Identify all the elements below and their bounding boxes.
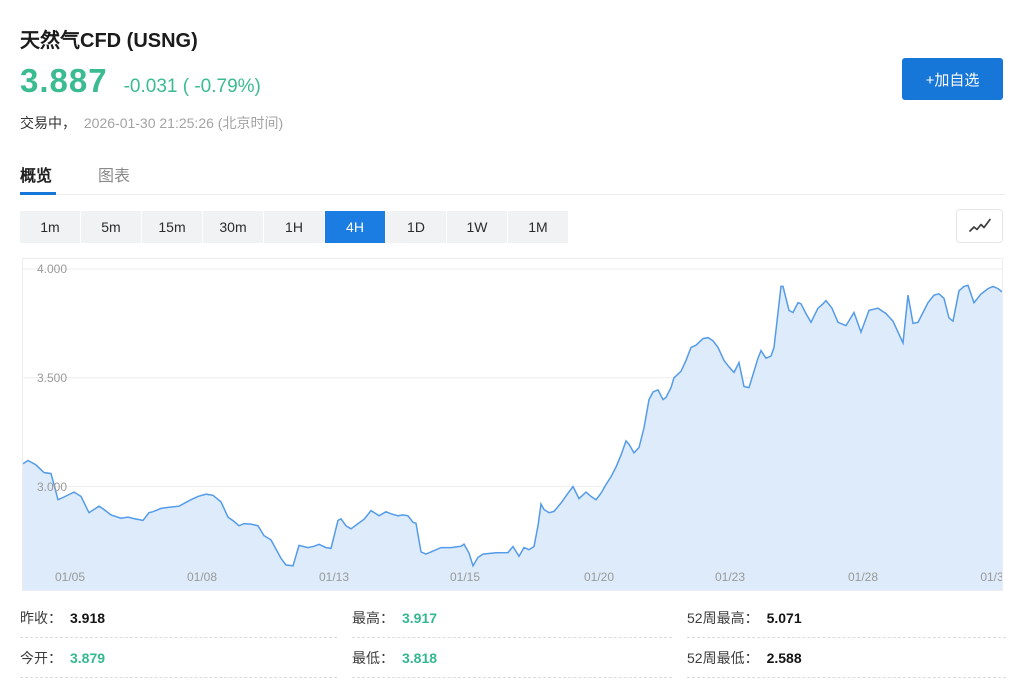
x-axis-tick: 01/05 (55, 570, 85, 584)
x-axis-tick: 01/20 (584, 570, 614, 584)
stats-grid: 昨收： 3.918 最高： 3.917 52周最高： 5.071 今开： 3.879 最低： 3.… (20, 598, 1006, 678)
x-axis-tick: 01/08 (187, 570, 217, 584)
page-title: 天然气CFD (USNG) (20, 24, 198, 53)
timeframe-1d[interactable]: 1D (386, 211, 446, 243)
stat-item: 52周最低： 2.588 (687, 638, 1006, 678)
stock-detail-page: 天然气CFD (USNG) 3.887 -0.031 ( -0.79%) 交易中… (0, 0, 1024, 689)
timeframe-1w[interactable]: 1W (447, 211, 507, 243)
chart-style-button[interactable] (956, 209, 1003, 243)
x-axis-tick: 01/23 (715, 570, 745, 584)
area-fill (23, 285, 1002, 590)
stat-label: 今开： (20, 648, 62, 668)
stat-item: 今开： 3.879 (20, 638, 337, 678)
price-row: 3.887 -0.031 ( -0.79%) (20, 62, 261, 100)
area-chart-svg (23, 259, 1002, 590)
timeframe-1m[interactable]: 1M (508, 211, 568, 243)
stat-value: 3.879 (70, 650, 105, 666)
timeframe-bar: 1m5m15m30m1H4H1D1W1M (20, 211, 568, 243)
x-axis-tick: 01/15 (450, 570, 480, 584)
timeframe-15m[interactable]: 15m (142, 211, 202, 243)
x-axis-tick: 01/3 (980, 570, 1003, 584)
active-tab-underline (20, 192, 56, 195)
stat-label: 最高： (352, 608, 394, 628)
timeframe-1m[interactable]: 1m (20, 211, 80, 243)
stat-item: 52周最高： 5.071 (687, 598, 1006, 638)
stat-value: 3.917 (402, 610, 437, 626)
stat-label: 52周最高： (687, 608, 759, 628)
price-chart[interactable]: 4.000 3.500 3.000 01/05 01/08 01/13 01/15 01/20… (22, 258, 1003, 591)
current-price: 3.887 (20, 62, 108, 100)
line-chart-icon (967, 218, 993, 234)
stat-label: 52周最低： (687, 648, 759, 668)
y-axis-tick: 3.500 (37, 371, 67, 385)
stat-item: 最低： 3.818 (352, 638, 672, 678)
timeframe-1h[interactable]: 1H (264, 211, 324, 243)
timeframe-5m[interactable]: 5m (81, 211, 141, 243)
tab-divider (20, 194, 1005, 195)
tab-overview[interactable]: 概览 (20, 162, 52, 186)
price-change: -0.031 ( -0.79%) (124, 76, 261, 98)
y-axis-tick: 4.000 (37, 262, 67, 276)
timeframe-4h[interactable]: 4H (325, 211, 385, 243)
stat-item: 最高： 3.917 (352, 598, 672, 638)
stat-label: 最低： (352, 648, 394, 668)
trading-status: 交易中， (20, 115, 76, 131)
tab-bar: 概览 图表 (20, 162, 130, 186)
y-axis-tick: 3.000 (37, 480, 67, 494)
stat-value: 5.071 (767, 610, 802, 626)
timeframe-30m[interactable]: 30m (203, 211, 263, 243)
x-axis-tick: 01/13 (319, 570, 349, 584)
stat-label: 昨收： (20, 608, 62, 628)
stat-value: 2.588 (767, 650, 802, 666)
tab-chart[interactable]: 图表 (98, 162, 130, 186)
quote-timestamp: 2026-01-30 21:25:26 (北京时间) (84, 115, 283, 131)
status-row: 交易中， 2026-01-30 21:25:26 (北京时间) (20, 113, 283, 133)
add-watchlist-button[interactable]: +加自选 (902, 58, 1003, 100)
stat-value: 3.818 (402, 650, 437, 666)
stat-value: 3.918 (70, 610, 105, 626)
x-axis-tick: 01/28 (848, 570, 878, 584)
stat-item: 昨收： 3.918 (20, 598, 337, 638)
